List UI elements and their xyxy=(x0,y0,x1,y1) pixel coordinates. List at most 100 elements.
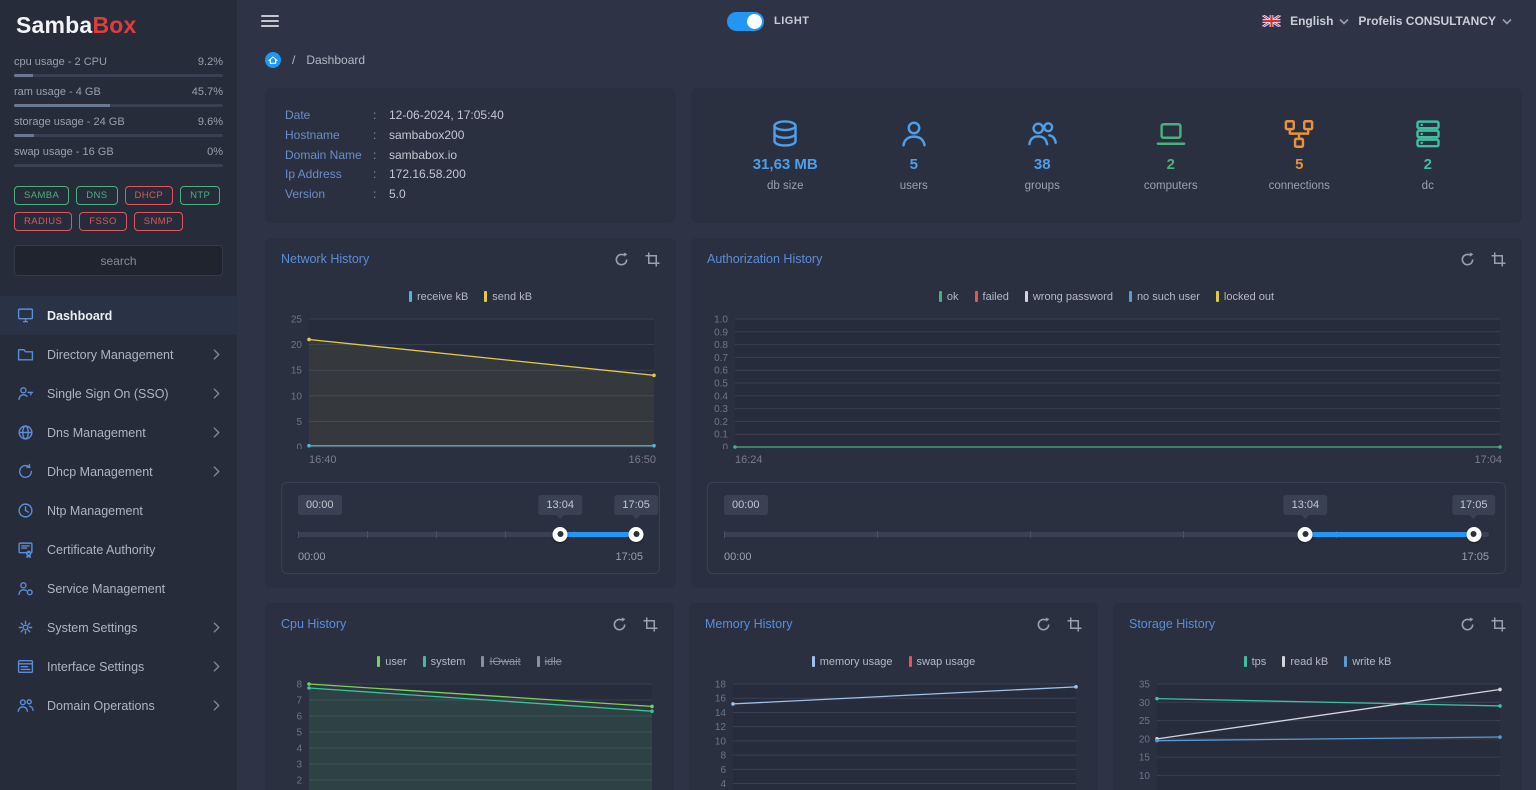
slider-handle-start[interactable] xyxy=(1297,526,1313,542)
svg-text:12: 12 xyxy=(715,722,727,733)
legend-swatch xyxy=(811,656,815,668)
legend-swatch xyxy=(536,656,540,668)
slider-handle-end[interactable] xyxy=(628,526,644,542)
chevron-right-icon xyxy=(213,622,220,633)
sidebar-item-system-settings[interactable]: System Settings xyxy=(0,608,237,647)
axis-end-label: 17:05 xyxy=(615,550,643,563)
refresh-icon[interactable] xyxy=(1460,617,1475,632)
svg-text:0.8: 0.8 xyxy=(714,340,728,351)
storage-history-card: Storage History tpsread kBwrite kB 05101… xyxy=(1113,602,1522,790)
home-icon[interactable] xyxy=(265,52,281,68)
fullscreen-icon[interactable] xyxy=(645,252,660,267)
legend-swatch xyxy=(1215,291,1219,303)
svg-text:6: 6 xyxy=(296,711,302,722)
service-icon xyxy=(17,580,34,597)
svg-text:15: 15 xyxy=(1139,753,1151,764)
search-input[interactable] xyxy=(14,245,223,276)
legend-item[interactable]: ok xyxy=(938,291,959,303)
legend-item[interactable]: no such user xyxy=(1128,291,1200,303)
x-axis-label: 16:40 xyxy=(309,453,337,466)
database-icon xyxy=(770,119,800,149)
legend-item[interactable]: failed xyxy=(974,291,1009,303)
chart-title: Memory History xyxy=(705,617,793,632)
sidebar-item-single-sign-on-sso[interactable]: Single Sign On (SSO) xyxy=(0,374,237,413)
sidebar-item-service-management[interactable]: Service Management xyxy=(0,569,237,608)
chart-title: Network History xyxy=(281,252,370,267)
account-selector[interactable]: Profelis CONSULTANCY xyxy=(1358,14,1512,28)
legend-item[interactable]: wrong password xyxy=(1024,291,1113,303)
chart-legend: user system IOwait idle xyxy=(281,656,658,668)
legend-item[interactable]: read kB xyxy=(1282,656,1328,668)
stat-dc: 2 dc xyxy=(1383,119,1473,192)
legend-item[interactable]: user xyxy=(377,656,407,668)
svg-text:16: 16 xyxy=(715,694,727,705)
app-logo: Samba Box xyxy=(0,0,237,50)
time-range-slider: 00:00 13:04 17:05 00:00 17:05 xyxy=(281,481,660,574)
refresh-icon[interactable] xyxy=(614,252,629,267)
chevron-right-icon xyxy=(213,427,220,438)
legend-label: write kB xyxy=(1352,655,1392,668)
breadcrumb-separator: / xyxy=(292,53,296,67)
uk-flag-icon xyxy=(1262,15,1282,27)
slider-handle-end[interactable] xyxy=(1466,526,1482,542)
legend-item[interactable]: write kB xyxy=(1344,656,1391,668)
chevron-right-icon xyxy=(213,661,220,672)
sidebar-item-certificate-authority[interactable]: Certificate Authority xyxy=(0,530,237,569)
slider-handle-start[interactable] xyxy=(552,526,568,542)
stat-value: 5 xyxy=(1295,155,1304,173)
sidebar-item-ntp-management[interactable]: Ntp Management xyxy=(0,491,237,530)
legend-swatch xyxy=(377,656,381,668)
info-value: 5.0 xyxy=(389,187,406,202)
certificate-icon xyxy=(17,541,34,558)
slider-tooltip-start: 13:04 xyxy=(538,494,582,515)
chevron-right-icon xyxy=(213,349,220,360)
usage-row: cpu usage - 2 CPU 9.2% xyxy=(14,56,223,77)
svg-text:35: 35 xyxy=(1139,679,1151,690)
fullscreen-icon[interactable] xyxy=(1067,617,1082,632)
sidebar-item-domain-operations[interactable]: Domain Operations xyxy=(0,686,237,725)
refresh-icon[interactable] xyxy=(612,617,627,632)
svg-text:0.1: 0.1 xyxy=(714,430,728,441)
info-label: Date xyxy=(285,108,311,122)
language-selector[interactable]: English xyxy=(1290,14,1349,28)
legend-item[interactable]: receive kB xyxy=(408,291,468,303)
dns-icon xyxy=(17,424,34,441)
stat-label: computers xyxy=(1143,179,1198,192)
refresh-icon[interactable] xyxy=(1036,617,1051,632)
legend-label: locked out xyxy=(1223,290,1275,303)
sidebar-item-label: Dashboard xyxy=(47,308,113,323)
legend-item[interactable]: tps xyxy=(1243,656,1266,668)
sidebar-item-interface-settings[interactable]: Interface Settings xyxy=(0,647,237,686)
legend-item[interactable]: idle xyxy=(536,656,562,668)
fullscreen-icon[interactable] xyxy=(1491,252,1506,267)
svg-text:30: 30 xyxy=(1139,698,1151,709)
svg-text:1.0: 1.0 xyxy=(714,314,728,325)
sidebar-item-label: Domain Operations xyxy=(47,698,155,713)
stat-db-size: 31,63 MB db size xyxy=(740,119,830,192)
legend-item[interactable]: locked out xyxy=(1215,290,1275,303)
legend-item[interactable]: memory usage xyxy=(811,656,893,668)
menu-toggle-icon[interactable] xyxy=(261,14,279,28)
fullscreen-icon[interactable] xyxy=(643,617,658,632)
legend-item[interactable]: send kB xyxy=(484,291,532,303)
sidebar-item-dns-management[interactable]: Dns Management xyxy=(0,413,237,452)
theme-toggle[interactable] xyxy=(727,11,764,31)
refresh-icon[interactable] xyxy=(1460,252,1475,267)
account-label: Profelis CONSULTANCY xyxy=(1358,14,1496,28)
legend-item[interactable]: swap usage xyxy=(908,656,975,668)
sidebar-item-dashboard[interactable]: Dashboard xyxy=(0,296,237,335)
legend-swatch xyxy=(938,291,942,303)
slider-track[interactable] xyxy=(724,526,1489,542)
legend-item[interactable]: IOwait xyxy=(481,656,521,668)
sidebar-item-dhcp-management[interactable]: Dhcp Management xyxy=(0,452,237,491)
legend-label: read kB xyxy=(1290,655,1329,668)
sidebar-item-directory-management[interactable]: Directory Management xyxy=(0,335,237,374)
legend-swatch xyxy=(1344,656,1348,668)
legend-item[interactable]: system xyxy=(422,656,465,668)
svg-text:0: 0 xyxy=(722,442,728,449)
fullscreen-icon[interactable] xyxy=(1491,617,1506,632)
svg-text:14: 14 xyxy=(715,708,727,719)
chevron-right-icon xyxy=(213,466,220,477)
stat-label: dc xyxy=(1421,179,1434,192)
slider-track[interactable] xyxy=(298,526,644,542)
